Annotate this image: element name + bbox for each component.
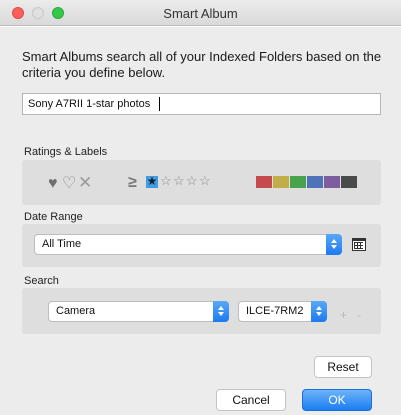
search-field-value: Camera (56, 305, 96, 317)
remove-criteria-button[interactable]: - (357, 308, 361, 322)
star-outline-icon[interactable]: ☆ (160, 174, 172, 188)
star-outline-icon[interactable]: ☆ (173, 174, 185, 188)
heart-filled-icon[interactable]: ♥ (48, 176, 58, 192)
date-range-value: All Time (42, 238, 82, 250)
search-value-select[interactable]: ILCE-7RM2 (238, 301, 327, 322)
color-label-blue[interactable] (307, 176, 323, 188)
album-name-input[interactable] (22, 93, 381, 115)
ok-button[interactable]: OK (302, 389, 372, 411)
heart-outline-icon[interactable]: ♡ (62, 176, 76, 192)
search-value-text: ILCE-7RM2 (246, 305, 304, 317)
color-label-red[interactable] (256, 176, 272, 188)
description-text: Smart Albums search all of your Indexed … (22, 49, 382, 80)
search-heading: Search (24, 275, 59, 287)
chevron-updown-icon (311, 301, 327, 322)
color-label-green[interactable] (290, 176, 306, 188)
rating-operator[interactable]: ≥ (128, 174, 137, 192)
date-range-heading: Date Range (24, 211, 83, 223)
color-label-none[interactable] (341, 176, 357, 188)
calendar-icon[interactable] (352, 238, 366, 251)
star-filled-icon[interactable]: ★ (146, 175, 158, 188)
text-caret (159, 97, 160, 111)
chevron-updown-icon (213, 301, 229, 322)
cancel-button[interactable]: Cancel (216, 389, 286, 411)
chevron-updown-icon (326, 234, 342, 255)
title-bar: Smart Album (0, 0, 401, 26)
star-outline-icon[interactable]: ☆ (186, 174, 198, 188)
add-criteria-button[interactable]: + (340, 308, 347, 322)
search-field-select[interactable]: Camera (48, 301, 229, 322)
star-outline-icon[interactable]: ☆ (199, 174, 211, 188)
window-title: Smart Album (163, 6, 238, 21)
date-range-select[interactable]: All Time (34, 234, 342, 255)
color-label-yellow[interactable] (273, 176, 289, 188)
ratings-labels-heading: Ratings & Labels (24, 146, 108, 158)
color-label-purple[interactable] (324, 176, 340, 188)
reject-x-icon[interactable]: ✕ (78, 174, 92, 191)
reset-button[interactable]: Reset (314, 356, 372, 378)
